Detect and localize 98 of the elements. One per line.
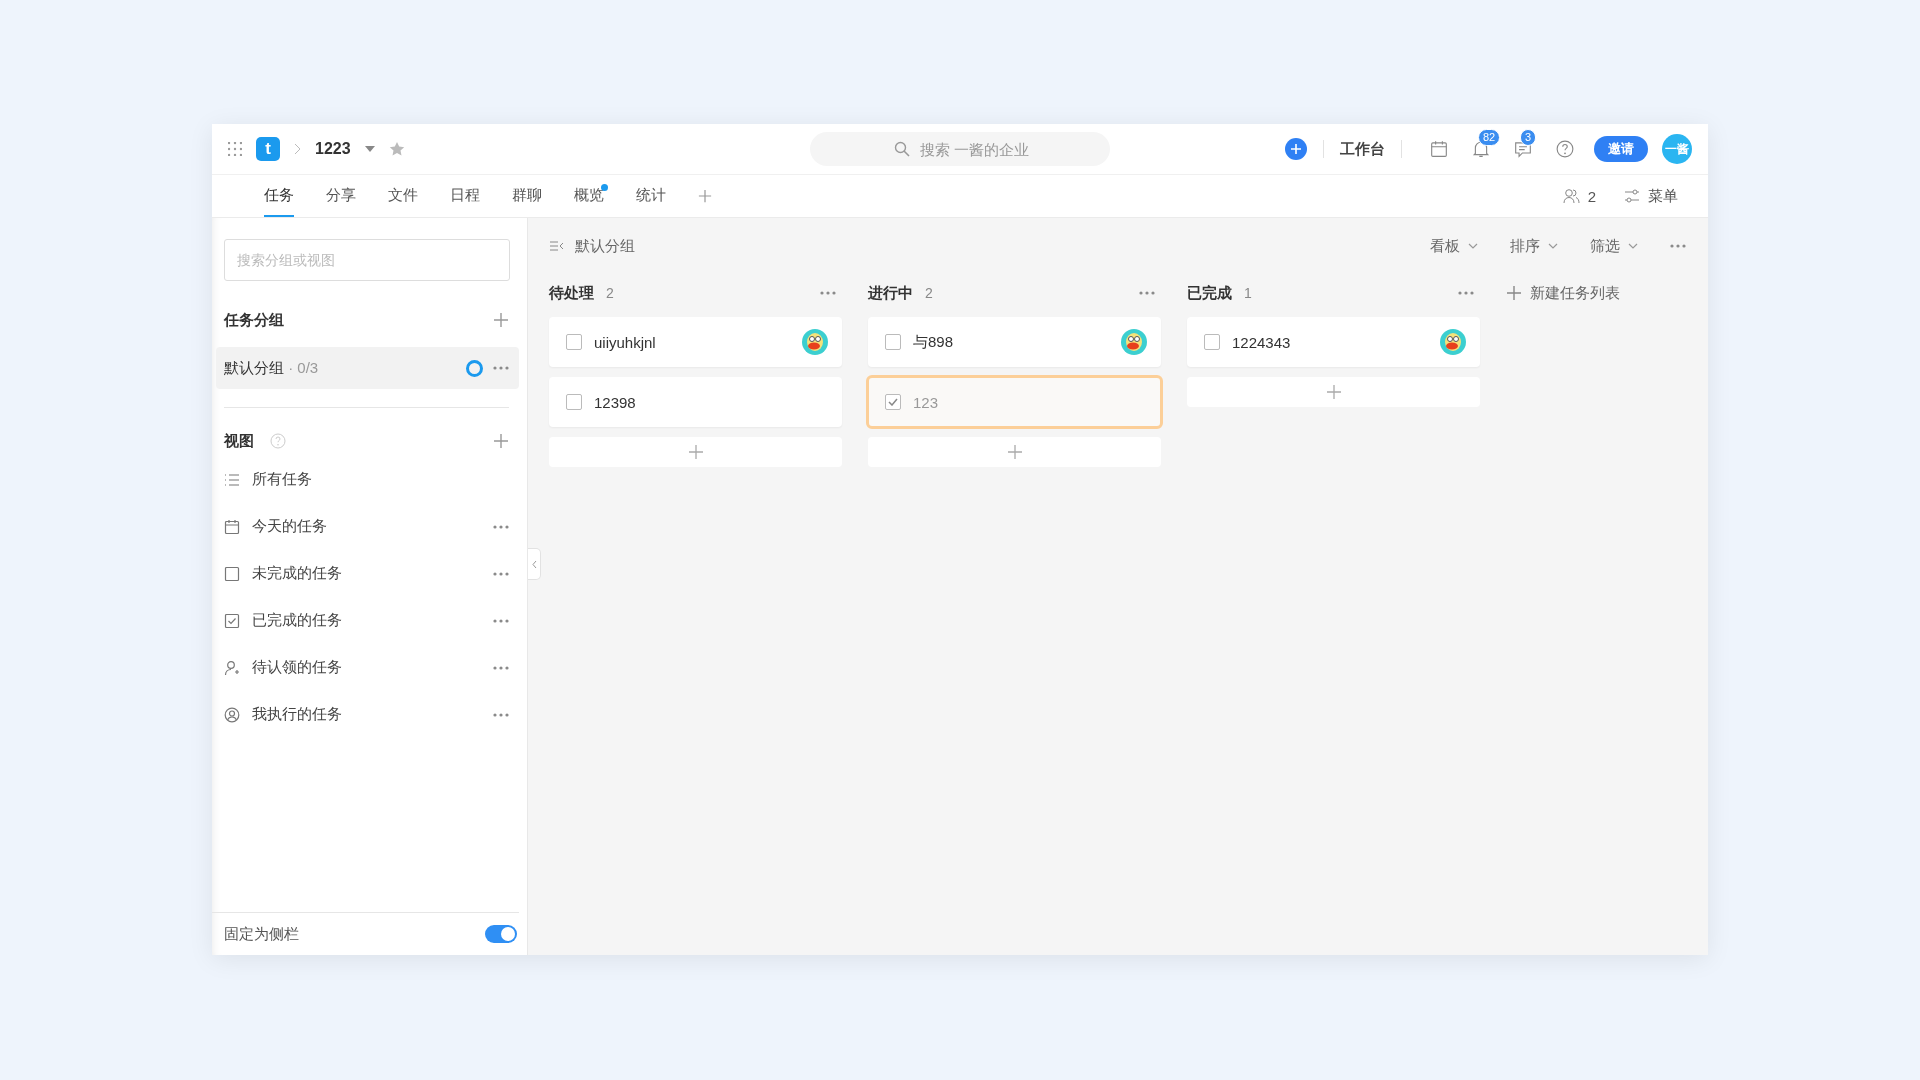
task-card[interactable]: 与898 [868,317,1161,367]
help-icon[interactable] [1556,140,1574,158]
view-item[interactable]: 未完成的任务 [252,564,481,583]
plus-icon [1506,285,1522,301]
task-title: 与898 [913,332,955,352]
section-title: 视图 [224,431,254,451]
more-icon[interactable] [493,712,509,717]
tab[interactable]: 文件 [388,175,418,217]
group-item[interactable]: 默认分组 · 0/3 [216,347,519,389]
view-item[interactable]: 今天的任务 [252,517,481,536]
more-icon[interactable] [493,571,509,576]
add-view-icon[interactable] [493,433,509,449]
pin-label: 固定为侧栏 [224,924,299,944]
bell-icon[interactable] [1472,140,1490,158]
chevron-down-icon [1548,243,1558,249]
plus-icon [687,444,704,460]
checkbox[interactable] [885,394,901,410]
cartoon-avatar [1440,329,1466,355]
star-icon[interactable] [388,141,405,157]
list-icon [224,471,240,488]
task-count: 2 [925,285,934,301]
more-icon[interactable] [493,665,509,670]
check-icon [888,398,898,406]
more-icon[interactable] [1670,244,1686,248]
more-icon[interactable] [1139,291,1155,295]
new-list-button[interactable]: 新建任务列表 [1506,274,1620,312]
add-tab-icon[interactable] [698,189,712,203]
add-icon[interactable] [1285,138,1307,160]
more-icon[interactable] [493,524,509,529]
toggle-switch[interactable] [485,925,517,943]
more-icon[interactable] [820,291,836,295]
search-field[interactable]: 搜索 一酱的企业 [810,132,1110,166]
column-title: 已完成 [1187,283,1232,303]
checked-box-icon [224,612,240,629]
tab[interactable]: 任务 [264,175,294,217]
apps-grid-icon[interactable] [228,142,242,156]
cartoon-avatar [1121,329,1147,355]
column-title: 进行中 [868,283,913,303]
tab[interactable]: 统计 [636,175,666,217]
workbench-link[interactable]: 工作台 [1340,139,1385,159]
chevron-down-icon [1628,243,1638,249]
task-title: 12398 [594,393,637,411]
more-icon[interactable] [1458,291,1474,295]
checkbox[interactable] [1204,334,1220,350]
view-option-dropdown[interactable]: 筛选 [1590,236,1638,256]
tab[interactable]: 群聊 [512,175,542,217]
message-count: 3 [1520,129,1537,146]
view-item[interactable]: 待认领的任务 [252,658,481,677]
plus-icon [1325,384,1342,400]
collapse-sidebar-icon[interactable] [549,240,565,252]
search-icon [894,141,910,157]
more-icon[interactable] [493,618,509,623]
checkbox[interactable] [566,334,582,350]
tab[interactable]: 分享 [326,175,356,217]
more-icon[interactable] [493,366,509,370]
view-item[interactable]: 已完成的任务 [252,611,481,630]
calendar-icon[interactable] [1430,140,1448,158]
project-name[interactable]: 1223 [315,140,351,158]
user-circle-icon [224,706,240,723]
dropdown-icon[interactable] [364,146,375,152]
tab[interactable]: 概览 [574,175,604,217]
sliders-icon[interactable] [1624,189,1640,203]
group-title: 默认分组 [575,236,635,256]
checkbox[interactable] [885,334,901,350]
plus-icon [1006,444,1023,460]
add-group-icon[interactable] [493,312,509,328]
view-item[interactable]: 我执行的任务 [252,705,481,724]
members-icon[interactable] [1562,188,1580,204]
menu-link[interactable]: 菜单 [1648,186,1678,206]
column-title: 待处理 [549,283,594,303]
task-count: 2 [606,285,615,301]
group-name: 默认分组 · 0/3 [224,358,320,378]
checkbox[interactable] [566,394,582,410]
task-count: 1 [1244,285,1253,301]
section-title: 任务分组 [224,310,284,330]
chevron-down-icon [1468,243,1478,249]
progress-ring-icon [466,359,483,377]
chevron-right-icon [294,143,301,155]
cartoon-avatar [802,329,828,355]
checkbox-icon [224,565,240,582]
task-card[interactable]: 12398 [549,377,842,427]
view-option-dropdown[interactable]: 看板 [1430,236,1478,256]
tab[interactable]: 日程 [450,175,480,217]
task-card[interactable]: uiiyuhkjnl [549,317,842,367]
search-field[interactable]: 搜索分组或视图 [224,239,510,281]
task-title: 1224343 [1232,333,1292,351]
notification-count: 82 [1478,129,1501,146]
task-title: 123 [913,393,940,411]
message-icon[interactable] [1514,140,1532,158]
task-card[interactable]: 1224343 [1187,317,1480,367]
invite-button[interactable]: 邀请 [1594,136,1648,162]
view-option-dropdown[interactable]: 排序 [1510,236,1558,256]
calendar-icon [224,518,240,535]
member-count[interactable]: 2 [1587,187,1596,205]
person-add-icon [224,659,240,676]
view-item[interactable]: 所有任务 [252,470,509,489]
task-title: uiiyuhkjnl [594,333,657,351]
collapse-handle[interactable] [528,548,541,580]
